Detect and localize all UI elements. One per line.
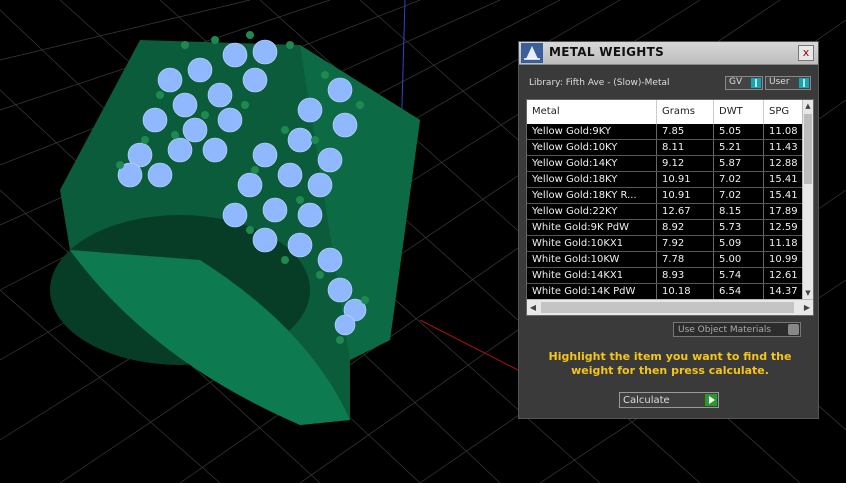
scroll-down-icon[interactable]: ▼ [803,287,813,299]
scroll-right-icon[interactable]: ▶ [801,300,813,315]
grams-cell: 10.18 [657,284,714,299]
table-row[interactable]: White Gold:10KW 7.78 5.00 10.99 [527,252,805,268]
table-row[interactable]: Yellow Gold:9KY 7.85 5.05 11.08 [527,124,805,140]
grams-cell: 12.67 [657,204,714,219]
checkbox-icon[interactable] [788,324,799,335]
column-header-metal[interactable]: Metal [527,100,657,124]
grams-cell: 8.93 [657,268,714,283]
grams-cell: 10.91 [657,188,714,203]
metal-cell: White Gold:10KX1 [527,236,657,251]
scale-icon [521,43,543,63]
table-header: Metal Grams DWT SPG [527,100,805,124]
table-row[interactable]: Yellow Gold:18KY 10.91 7.02 15.41 [527,172,805,188]
calculate-label: Calculate [623,395,670,406]
play-icon [705,394,717,406]
vertical-scrollbar[interactable]: ▲ ▼ [802,100,813,299]
table-row[interactable]: Yellow Gold:14KY 9.12 5.87 12.88 [527,156,805,172]
metal-weights-panel: METAL WEIGHTS x Library: Fifth Ave - (Sl… [518,41,819,419]
metal-cell: Yellow Gold:14KY [527,156,657,171]
table-row[interactable]: White Gold:10KX1 7.92 5.09 11.18 [527,236,805,252]
gv-toggle[interactable]: GV ‖ [725,76,763,90]
use-object-materials-label: Use Object Materials [678,325,772,335]
close-button[interactable]: x [798,45,814,61]
use-object-materials-toggle[interactable]: Use Object Materials [673,322,801,337]
metal-cell: White Gold:14KX1 [527,268,657,283]
table-row[interactable]: White Gold:14K PdW 10.18 6.54 14.37 [527,284,805,300]
calculate-button[interactable]: Calculate [619,392,719,408]
dwt-cell: 5.09 [714,236,764,251]
dwt-cell: 7.02 [714,172,764,187]
dwt-cell: 6.54 [714,284,764,299]
dwt-cell: 7.02 [714,188,764,203]
table-row[interactable]: Yellow Gold:22KY 12.67 8.15 17.89 [527,204,805,220]
grams-cell: 7.78 [657,252,714,267]
metal-cell: Yellow Gold:18KY R... [527,188,657,203]
grams-cell: 8.92 [657,220,714,235]
user-toggle-label: User [769,77,790,87]
horizontal-scrollbar[interactable]: ◀ ▶ [527,299,813,315]
library-label: Library: Fifth Ave - (Slow)-Metal [529,78,670,88]
metal-table: Metal Grams DWT SPG Yellow Gold:9KY 7.85 5… [526,99,814,316]
table-row[interactable]: White Gold:9K PdW 8.92 5.73 12.59 [527,220,805,236]
axis-x-line [419,319,519,371]
dwt-cell: 5.74 [714,268,764,283]
table-row[interactable]: White Gold:14KX1 8.93 5.74 12.61 [527,268,805,284]
grams-cell: 9.12 [657,156,714,171]
column-header-dwt[interactable]: DWT [714,100,764,124]
column-header-grams[interactable]: Grams [657,100,714,124]
grams-cell: 8.11 [657,140,714,155]
user-toggle[interactable]: User ‖ [765,76,811,90]
dwt-cell: 5.05 [714,124,764,139]
ring-model[interactable] [50,40,420,425]
metal-cell: Yellow Gold:18KY [527,172,657,187]
table-row[interactable]: Yellow Gold:10KY 8.11 5.21 11.43 [527,140,805,156]
grams-cell: 7.85 [657,124,714,139]
vertical-scroll-thumb[interactable] [804,114,812,184]
panel-title-bar[interactable]: METAL WEIGHTS x [519,42,818,65]
table-row[interactable]: Yellow Gold:18KY R... 10.91 7.02 15.41 [527,188,805,204]
scroll-left-icon[interactable]: ◀ [527,300,539,315]
toggle-indicator-icon: ‖ [799,78,809,88]
metal-cell: Yellow Gold:10KY [527,140,657,155]
dwt-cell: 5.21 [714,140,764,155]
dwt-cell: 5.73 [714,220,764,235]
grams-cell: 7.92 [657,236,714,251]
toggle-indicator-icon: ‖ [751,78,761,88]
dwt-cell: 8.15 [714,204,764,219]
horizontal-scroll-thumb[interactable] [541,302,794,313]
metal-cell: Yellow Gold:22KY [527,204,657,219]
metal-cell: White Gold:10KW [527,252,657,267]
dwt-cell: 5.00 [714,252,764,267]
table-body: Yellow Gold:9KY 7.85 5.05 11.08 Yellow Gold:… [527,124,805,300]
metal-cell: White Gold:9K PdW [527,220,657,235]
grams-cell: 10.91 [657,172,714,187]
gv-toggle-label: GV [729,77,743,87]
instruction-text: Highlight the item you want to find the … [548,350,792,377]
panel-title: METAL WEIGHTS [549,45,665,59]
scroll-up-icon[interactable]: ▲ [803,100,813,112]
metal-cell: Yellow Gold:9KY [527,124,657,139]
metal-cell: White Gold:14K PdW [527,284,657,299]
dwt-cell: 5.87 [714,156,764,171]
